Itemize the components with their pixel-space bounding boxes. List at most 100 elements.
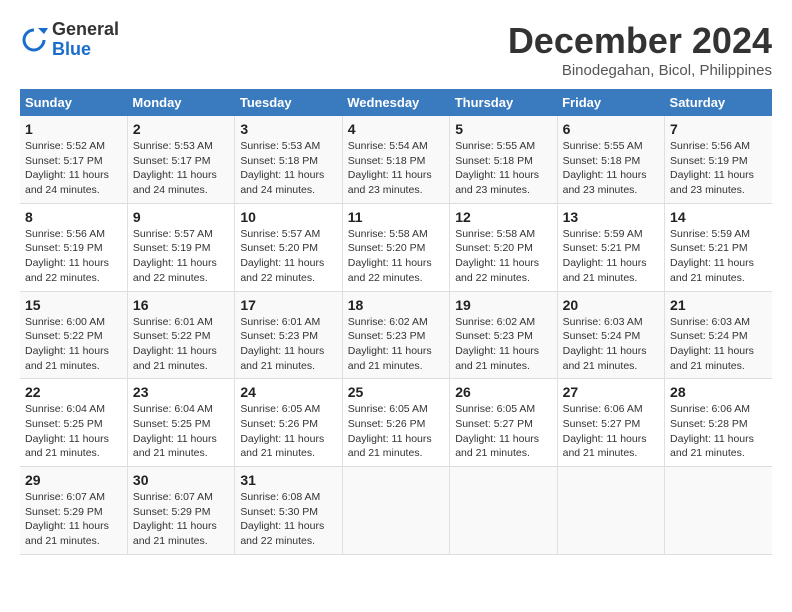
day-number: 7: [670, 121, 767, 137]
day-number: 20: [563, 297, 659, 313]
calendar-cell: 8 Sunrise: 5:56 AMSunset: 5:19 PMDayligh…: [20, 203, 127, 291]
col-saturday: Saturday: [665, 89, 772, 116]
page-header: General Blue December 2024 Binodegahan, …: [20, 20, 772, 79]
day-number: 10: [240, 209, 336, 225]
day-info: Sunrise: 6:05 AMSunset: 5:27 PMDaylight:…: [455, 403, 539, 459]
calendar-row: 8 Sunrise: 5:56 AMSunset: 5:19 PMDayligh…: [20, 203, 772, 291]
day-info: Sunrise: 6:02 AMSunset: 5:23 PMDaylight:…: [348, 316, 432, 372]
day-info: Sunrise: 5:57 AMSunset: 5:19 PMDaylight:…: [133, 228, 217, 284]
calendar-cell: 13 Sunrise: 5:59 AMSunset: 5:21 PMDaylig…: [557, 203, 664, 291]
day-number: 31: [240, 472, 336, 488]
day-info: Sunrise: 6:05 AMSunset: 5:26 PMDaylight:…: [240, 403, 324, 459]
col-wednesday: Wednesday: [342, 89, 449, 116]
day-info: Sunrise: 5:56 AMSunset: 5:19 PMDaylight:…: [670, 140, 754, 196]
day-number: 15: [25, 297, 122, 313]
day-info: Sunrise: 5:59 AMSunset: 5:21 PMDaylight:…: [563, 228, 647, 284]
day-info: Sunrise: 6:01 AMSunset: 5:23 PMDaylight:…: [240, 316, 324, 372]
day-number: 12: [455, 209, 551, 225]
day-info: Sunrise: 5:58 AMSunset: 5:20 PMDaylight:…: [348, 228, 432, 284]
day-info: Sunrise: 5:55 AMSunset: 5:18 PMDaylight:…: [563, 140, 647, 196]
calendar-cell: 2 Sunrise: 5:53 AMSunset: 5:17 PMDayligh…: [127, 116, 234, 203]
calendar-cell: 12 Sunrise: 5:58 AMSunset: 5:20 PMDaylig…: [450, 203, 557, 291]
day-number: 14: [670, 209, 767, 225]
calendar-cell: 20 Sunrise: 6:03 AMSunset: 5:24 PMDaylig…: [557, 291, 664, 379]
logo-text: General Blue: [52, 20, 119, 60]
calendar-cell: 18 Sunrise: 6:02 AMSunset: 5:23 PMDaylig…: [342, 291, 449, 379]
calendar-row: 29 Sunrise: 6:07 AMSunset: 5:29 PMDaylig…: [20, 467, 772, 555]
day-info: Sunrise: 5:57 AMSunset: 5:20 PMDaylight:…: [240, 228, 324, 284]
day-number: 24: [240, 384, 336, 400]
day-number: 8: [25, 209, 122, 225]
calendar-cell: 16 Sunrise: 6:01 AMSunset: 5:22 PMDaylig…: [127, 291, 234, 379]
day-number: 25: [348, 384, 444, 400]
calendar-row: 15 Sunrise: 6:00 AMSunset: 5:22 PMDaylig…: [20, 291, 772, 379]
col-monday: Monday: [127, 89, 234, 116]
calendar-cell: 1 Sunrise: 5:52 AMSunset: 5:17 PMDayligh…: [20, 116, 127, 203]
calendar-cell: 29 Sunrise: 6:07 AMSunset: 5:29 PMDaylig…: [20, 467, 127, 555]
col-thursday: Thursday: [450, 89, 557, 116]
calendar-cell: 6 Sunrise: 5:55 AMSunset: 5:18 PMDayligh…: [557, 116, 664, 203]
col-friday: Friday: [557, 89, 664, 116]
calendar-header-row: Sunday Monday Tuesday Wednesday Thursday…: [20, 89, 772, 116]
calendar-cell: 17 Sunrise: 6:01 AMSunset: 5:23 PMDaylig…: [235, 291, 342, 379]
day-info: Sunrise: 5:58 AMSunset: 5:20 PMDaylight:…: [455, 228, 539, 284]
calendar-cell: 28 Sunrise: 6:06 AMSunset: 5:28 PMDaylig…: [665, 379, 772, 467]
day-number: 18: [348, 297, 444, 313]
calendar-cell: 10 Sunrise: 5:57 AMSunset: 5:20 PMDaylig…: [235, 203, 342, 291]
day-number: 28: [670, 384, 767, 400]
col-sunday: Sunday: [20, 89, 127, 116]
day-info: Sunrise: 5:52 AMSunset: 5:17 PMDaylight:…: [25, 140, 109, 196]
location-subtitle: Binodegahan, Bicol, Philippines: [508, 62, 772, 79]
calendar-table: Sunday Monday Tuesday Wednesday Thursday…: [20, 89, 772, 555]
day-info: Sunrise: 5:54 AMSunset: 5:18 PMDaylight:…: [348, 140, 432, 196]
calendar-cell: 11 Sunrise: 5:58 AMSunset: 5:20 PMDaylig…: [342, 203, 449, 291]
calendar-cell: 23 Sunrise: 6:04 AMSunset: 5:25 PMDaylig…: [127, 379, 234, 467]
day-number: 6: [563, 121, 659, 137]
calendar-cell: 4 Sunrise: 5:54 AMSunset: 5:18 PMDayligh…: [342, 116, 449, 203]
calendar-cell: 22 Sunrise: 6:04 AMSunset: 5:25 PMDaylig…: [20, 379, 127, 467]
logo: General Blue: [20, 20, 119, 60]
day-number: 26: [455, 384, 551, 400]
calendar-row: 1 Sunrise: 5:52 AMSunset: 5:17 PMDayligh…: [20, 116, 772, 203]
day-info: Sunrise: 5:53 AMSunset: 5:17 PMDaylight:…: [133, 140, 217, 196]
day-number: 2: [133, 121, 229, 137]
calendar-cell: [665, 467, 772, 555]
calendar-cell: 7 Sunrise: 5:56 AMSunset: 5:19 PMDayligh…: [665, 116, 772, 203]
calendar-row: 22 Sunrise: 6:04 AMSunset: 5:25 PMDaylig…: [20, 379, 772, 467]
day-number: 5: [455, 121, 551, 137]
calendar-cell: [450, 467, 557, 555]
day-number: 4: [348, 121, 444, 137]
day-number: 27: [563, 384, 659, 400]
day-number: 3: [240, 121, 336, 137]
month-title: December 2024: [508, 20, 772, 62]
day-info: Sunrise: 6:03 AMSunset: 5:24 PMDaylight:…: [670, 316, 754, 372]
calendar-cell: 14 Sunrise: 5:59 AMSunset: 5:21 PMDaylig…: [665, 203, 772, 291]
day-info: Sunrise: 5:59 AMSunset: 5:21 PMDaylight:…: [670, 228, 754, 284]
day-number: 22: [25, 384, 122, 400]
day-info: Sunrise: 6:04 AMSunset: 5:25 PMDaylight:…: [25, 403, 109, 459]
day-number: 21: [670, 297, 767, 313]
calendar-cell: 24 Sunrise: 6:05 AMSunset: 5:26 PMDaylig…: [235, 379, 342, 467]
day-number: 29: [25, 472, 122, 488]
day-number: 11: [348, 209, 444, 225]
day-info: Sunrise: 6:05 AMSunset: 5:26 PMDaylight:…: [348, 403, 432, 459]
calendar-cell: [557, 467, 664, 555]
day-info: Sunrise: 6:06 AMSunset: 5:27 PMDaylight:…: [563, 403, 647, 459]
day-number: 9: [133, 209, 229, 225]
day-info: Sunrise: 6:07 AMSunset: 5:29 PMDaylight:…: [25, 491, 109, 547]
calendar-cell: 25 Sunrise: 6:05 AMSunset: 5:26 PMDaylig…: [342, 379, 449, 467]
day-number: 30: [133, 472, 229, 488]
calendar-cell: 15 Sunrise: 6:00 AMSunset: 5:22 PMDaylig…: [20, 291, 127, 379]
logo-icon: [20, 26, 48, 54]
title-block: December 2024 Binodegahan, Bicol, Philip…: [508, 20, 772, 79]
calendar-cell: 21 Sunrise: 6:03 AMSunset: 5:24 PMDaylig…: [665, 291, 772, 379]
day-info: Sunrise: 6:03 AMSunset: 5:24 PMDaylight:…: [563, 316, 647, 372]
day-info: Sunrise: 6:00 AMSunset: 5:22 PMDaylight:…: [25, 316, 109, 372]
day-number: 19: [455, 297, 551, 313]
calendar-cell: 19 Sunrise: 6:02 AMSunset: 5:23 PMDaylig…: [450, 291, 557, 379]
day-number: 16: [133, 297, 229, 313]
calendar-cell: 9 Sunrise: 5:57 AMSunset: 5:19 PMDayligh…: [127, 203, 234, 291]
calendar-cell: 31 Sunrise: 6:08 AMSunset: 5:30 PMDaylig…: [235, 467, 342, 555]
day-number: 17: [240, 297, 336, 313]
calendar-cell: 5 Sunrise: 5:55 AMSunset: 5:18 PMDayligh…: [450, 116, 557, 203]
